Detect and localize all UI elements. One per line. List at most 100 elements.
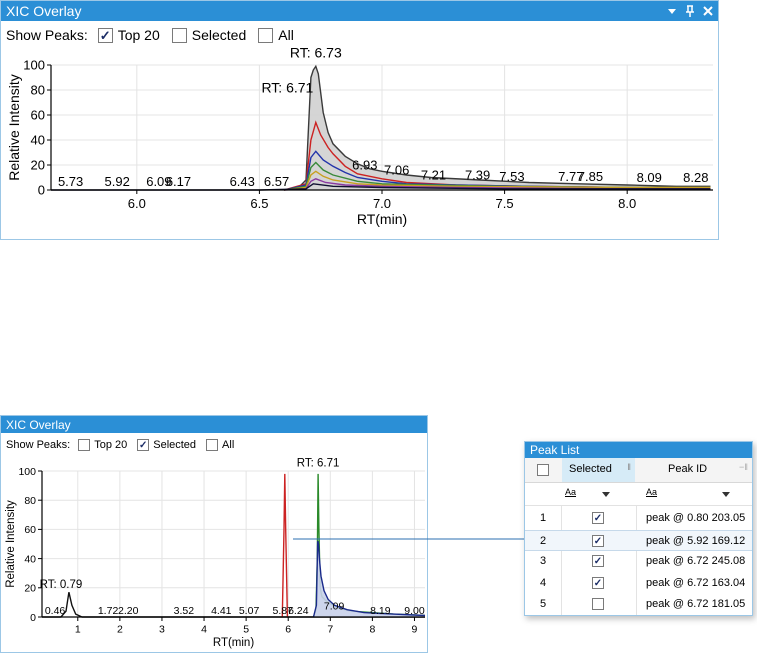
peak-label: 7.85 — [578, 169, 603, 184]
panel-titlebar: XIC Overlay — [1, 416, 427, 433]
row-number: 4 — [540, 576, 547, 589]
top20-option[interactable]: Top 20 — [97, 27, 160, 43]
peak-label: 9.00 — [404, 605, 425, 617]
selected-filter[interactable]: Aa — [565, 486, 625, 502]
peak-label: 5.92 — [105, 174, 130, 189]
peak-list-panel: Peak List Selected ‖ Peak ID −‖ Aa Aa 1 p… — [524, 441, 753, 616]
peak-label: 7.39 — [465, 168, 490, 183]
peak-label: 7.53 — [499, 169, 524, 184]
xic-chart-top[interactable]: 0204060801006.0 6.5 7.0 7.5 8.05.73 5.92 6.096… — [1, 47, 718, 239]
selected-label: Selected — [191, 27, 247, 43]
y-tick-label: 100 — [18, 466, 36, 478]
table-row[interactable]: 3 peak @ 6.72 245.08 — [525, 551, 752, 572]
chevron-down-icon[interactable] — [602, 491, 610, 499]
close-icon[interactable] — [702, 1, 714, 21]
all-label: All — [278, 27, 294, 43]
selected-column-header[interactable]: Selected ‖ — [562, 458, 635, 482]
dropdown-icon[interactable] — [666, 1, 678, 21]
row-selected-checkbox[interactable] — [592, 512, 604, 524]
rt-label: RT: 6.73 — [290, 47, 342, 61]
selected-option[interactable]: Selected — [171, 27, 247, 43]
y-tick-label: 80 — [31, 83, 45, 98]
peak-list-title: Peak List — [530, 443, 580, 457]
table-row[interactable]: 2 peak @ 5.92 169.12 — [525, 529, 752, 551]
peak-id-filter[interactable]: Aa — [646, 486, 746, 502]
show-peaks-row: Show Peaks: Top 20 Selected All — [6, 437, 234, 453]
peak-id-column-header[interactable]: Peak ID −‖ — [641, 458, 753, 482]
pin-icon[interactable] — [684, 1, 696, 21]
all-option[interactable]: All — [258, 27, 294, 43]
titlebar-icons — [666, 1, 714, 21]
y-tick-label: 20 — [24, 583, 36, 595]
selected-checkbox[interactable] — [137, 439, 150, 451]
show-peaks-label: Show Peaks: — [6, 439, 71, 451]
peak-label: 2.20 — [118, 605, 139, 617]
x-axis-title: RT(min) — [357, 211, 407, 227]
rt-label: RT: 6.71 — [261, 80, 313, 96]
top20-checkbox[interactable] — [97, 27, 113, 43]
x-tick-label: 1 — [75, 624, 81, 636]
x-tick-label: 7.0 — [373, 196, 391, 211]
row-selected-checkbox[interactable] — [592, 598, 604, 610]
selected-option[interactable]: Selected — [137, 439, 196, 451]
filter-aa-label: Aa — [646, 487, 658, 497]
select-all-checkbox[interactable] — [537, 464, 549, 476]
all-option[interactable]: All — [206, 439, 234, 451]
pin-icon[interactable]: ‖ — [627, 462, 631, 472]
peak-label: 8.28 — [683, 170, 708, 185]
peak-label: 6.17 — [166, 174, 191, 189]
peak-label: 6.24 — [288, 605, 309, 617]
y-tick-label: 60 — [24, 524, 36, 536]
row-selected-checkbox[interactable] — [592, 576, 604, 589]
peak-label: 6.43 — [230, 174, 255, 189]
top20-label: Top 20 — [117, 27, 160, 43]
row-number: 1 — [540, 512, 547, 524]
peak-label: 7.21 — [421, 168, 446, 183]
table-row[interactable]: 4 peak @ 6.72 163.04 — [525, 573, 752, 594]
all-checkbox[interactable] — [258, 27, 274, 43]
x-tick-label: 5 — [243, 624, 249, 636]
peak-label: 8.19 — [370, 605, 391, 617]
row-peak-id: peak @ 5.92 169.12 — [646, 534, 746, 547]
peak-label: 3.52 — [174, 605, 195, 617]
xic-overlay-panel-bottom: XIC Overlay Show Peaks: Top 20 Selected … — [0, 415, 428, 653]
y-tick-label: 60 — [31, 108, 45, 123]
peak-id-column-label: Peak ID — [668, 463, 708, 475]
peak-label: 1.72 — [98, 605, 119, 617]
show-peaks-label: Show Peaks: — [6, 27, 88, 43]
x-tick-label: 6.5 — [250, 196, 268, 211]
show-peaks-row: Show Peaks: Top 20 Selected All — [6, 25, 294, 45]
y-tick-label: 20 — [31, 158, 45, 173]
row-number: 5 — [540, 598, 547, 610]
y-axis-title: Relative Intensity — [6, 74, 22, 181]
peak-list-header: Selected ‖ Peak ID −‖ — [525, 458, 752, 483]
y-axis-title: Relative Intensity — [5, 500, 17, 588]
table-row[interactable]: 1 peak @ 0.80 203.05 — [525, 508, 752, 529]
top20-label: Top 20 — [94, 439, 128, 451]
row-selected-checkbox[interactable] — [592, 534, 604, 547]
pin-icon[interactable]: −‖ — [739, 462, 748, 472]
peak-label: 7.06 — [384, 163, 409, 178]
panel-title: XIC Overlay — [6, 3, 82, 19]
row-selected-checkbox[interactable] — [592, 555, 604, 567]
filter-aa-label: Aa — [565, 487, 577, 497]
row-peak-id: peak @ 6.72 245.08 — [646, 555, 746, 567]
all-checkbox[interactable] — [206, 439, 219, 451]
table-row[interactable]: 5 peak @ 6.72 181.05 — [525, 594, 752, 615]
xic-chart-bottom[interactable]: 0 20 40 60 80 100 1 2 3 4 5 6 7 8 9 0.46 1.72 2.20 3.52 4.4… — [1, 454, 427, 652]
x-tick-label: 6 — [285, 624, 291, 636]
chevron-down-icon[interactable] — [722, 491, 730, 499]
top20-checkbox[interactable] — [78, 439, 91, 451]
peak-label: 5.73 — [58, 174, 83, 189]
x-tick-label: 3 — [159, 624, 165, 636]
x-tick-label: 9 — [412, 624, 418, 636]
row-number: 3 — [540, 555, 547, 567]
top20-option[interactable]: Top 20 — [78, 439, 127, 451]
row-number: 2 — [540, 534, 547, 547]
selected-checkbox[interactable] — [171, 27, 187, 43]
y-tick-label: 100 — [23, 58, 45, 73]
peak-label: 0.46 — [45, 605, 66, 617]
peak-label: 5.07 — [239, 605, 260, 617]
x-tick-label: 6.0 — [128, 196, 146, 211]
y-tick-label: 40 — [31, 133, 45, 148]
